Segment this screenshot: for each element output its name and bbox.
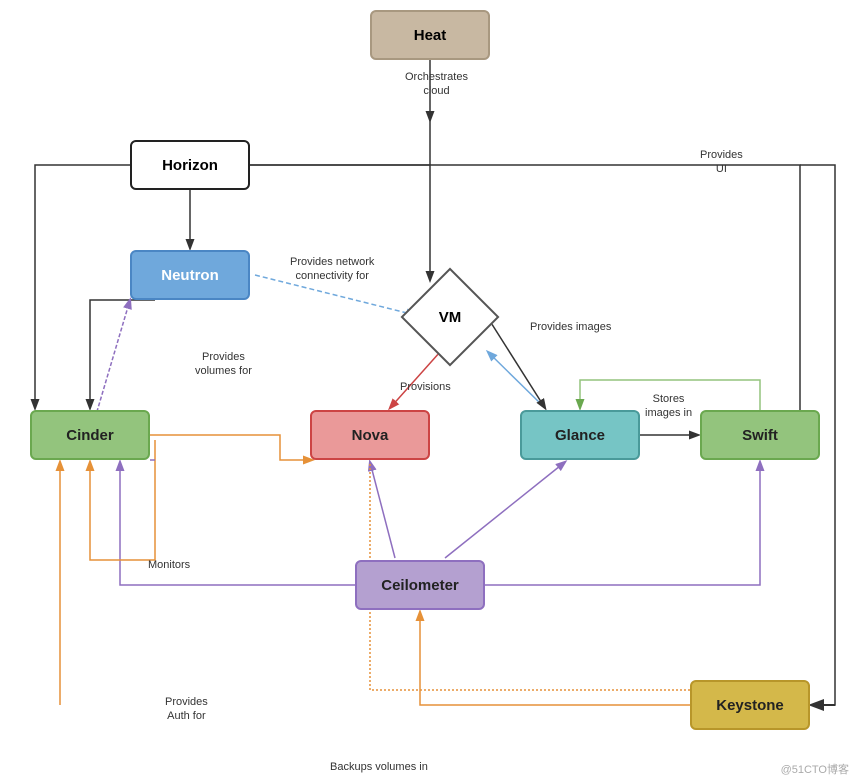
heat-label: Heat	[414, 27, 447, 44]
label-orchestrates: Orchestratescloud	[405, 70, 468, 99]
horizon-node: Horizon	[130, 140, 250, 190]
keystone-node: Keystone	[690, 680, 810, 730]
swift-node: Swift	[700, 410, 820, 460]
label-provides-ui: ProvidesUI	[700, 148, 743, 177]
label-provides-images: Provides images	[530, 320, 611, 334]
keystone-label: Keystone	[716, 697, 784, 714]
vm-diamond	[401, 268, 500, 367]
neutron-label: Neutron	[161, 267, 219, 284]
label-provides-volumes: Providesvolumes for	[195, 350, 252, 379]
label-provides-auth: ProvidesAuth for	[165, 695, 208, 724]
ceilometer-node: Ceilometer	[355, 560, 485, 610]
label-backups-volumes: Backups volumes in	[330, 760, 428, 774]
label-provisions: Provisions	[400, 380, 451, 394]
glance-node: Glance	[520, 410, 640, 460]
nova-label: Nova	[352, 427, 389, 444]
neutron-node: Neutron	[130, 250, 250, 300]
cinder-node: Cinder	[30, 410, 150, 460]
glance-label: Glance	[555, 427, 605, 444]
label-provides-network: Provides networkconnectivity for	[290, 255, 374, 284]
nova-node: Nova	[310, 410, 430, 460]
diagram-container: Heat Horizon Neutron Cinder Nova Glance …	[0, 0, 859, 782]
label-stores-images: Storesimages in	[645, 392, 692, 421]
horizon-label: Horizon	[162, 157, 218, 174]
heat-node: Heat	[370, 10, 490, 60]
cinder-label: Cinder	[66, 427, 114, 444]
label-monitors: Monitors	[148, 558, 190, 572]
watermark: @51CTO博客	[781, 761, 849, 777]
ceilometer-label: Ceilometer	[381, 577, 459, 594]
swift-label: Swift	[742, 427, 778, 444]
